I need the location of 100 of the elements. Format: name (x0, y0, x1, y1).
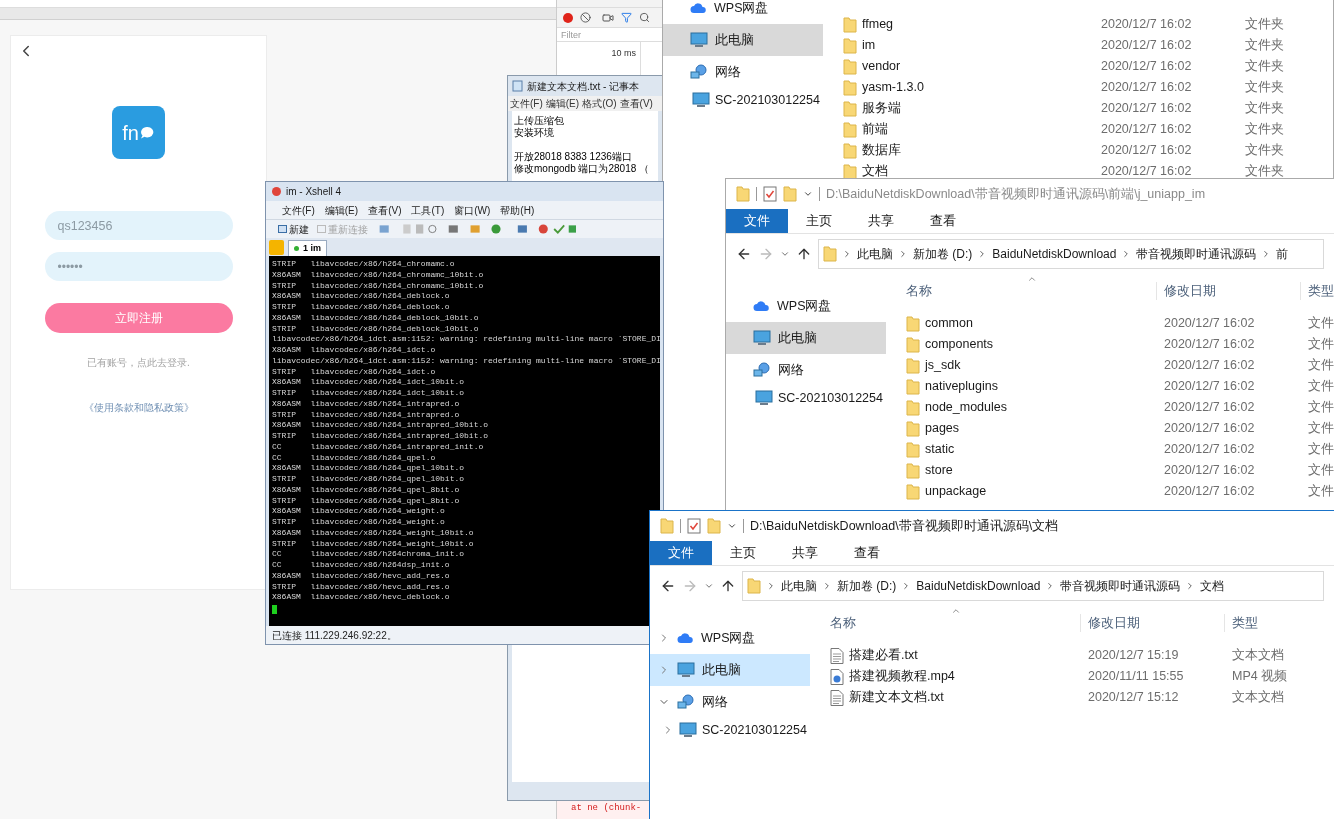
properties-icon[interactable] (687, 518, 701, 534)
file-date: 2020/12/7 16:02 (1164, 462, 1256, 480)
sidebar-item[interactable]: 此电脑 (726, 322, 886, 354)
ribbon-tab[interactable]: 主页 (712, 541, 774, 565)
toolbar-button[interactable]: 新建 (278, 221, 309, 237)
menu-item[interactable]: 格式(O) (582, 96, 617, 111)
sidebar-item[interactable]: WPS网盘 (726, 290, 886, 322)
file-name[interactable]: 文档 (862, 162, 888, 181)
recent-locations-icon[interactable] (704, 581, 714, 591)
breadcrumb-item[interactable]: 带音视频即时通讯源码 (1060, 577, 1181, 595)
column-header[interactable]: 修改日期 (1156, 281, 1300, 301)
breadcrumb-item[interactable]: 前 (1276, 245, 1289, 263)
breadcrumb-item[interactable]: 文档 (1200, 577, 1225, 595)
file-type: 文本文档 (1232, 689, 1284, 707)
terminal[interactable] (269, 256, 660, 626)
file-date: 2020/12/7 16:02 (1101, 16, 1193, 34)
address-bar[interactable]: 此电脑 新加卷 (D:) BaiduNetdiskDownload 带音视频即时通讯源码 文档 (742, 571, 1324, 601)
menu-item[interactable]: 帮助(H) (500, 202, 535, 218)
file-name[interactable]: common (925, 314, 973, 333)
column-header[interactable]: 类型 (1300, 281, 1334, 301)
ribbon-tab[interactable]: 查看 (912, 209, 974, 233)
file-date: 2020/12/7 16:02 (1164, 399, 1256, 417)
computer-icon (690, 32, 708, 48)
folder-icon (843, 79, 857, 96)
sidebar-item[interactable]: SC-202103012254 (650, 718, 810, 742)
menu-item[interactable]: 文件(F) (510, 96, 543, 111)
menu-item[interactable]: 窗口(W) (454, 202, 491, 218)
file-name[interactable]: nativeplugins (925, 377, 998, 396)
ribbon-tab[interactable]: 共享 (850, 209, 912, 233)
sidebar-item[interactable]: 此电脑 (663, 24, 823, 56)
file-name[interactable]: im (862, 36, 876, 55)
menu-item[interactable]: 查看(V) (619, 96, 653, 111)
record-button[interactable] (563, 12, 573, 23)
file-name[interactable]: vendor (862, 57, 901, 76)
file-name[interactable]: pages (925, 419, 960, 438)
clear-icon[interactable] (580, 12, 591, 23)
menu-item[interactable]: 工具(T) (411, 202, 445, 218)
breadcrumb-item[interactable]: 此电脑 (857, 245, 893, 263)
menu-item[interactable]: 文件(F) (282, 202, 315, 218)
file-name[interactable]: 搭建必看.txt (849, 646, 918, 665)
file-name[interactable]: 数据库 (862, 141, 901, 160)
menu-item[interactable]: 编辑(E) (324, 202, 359, 218)
sidebar-item[interactable]: SC-202103012254 (726, 386, 886, 410)
folder-icon (747, 578, 761, 594)
folder-icon (843, 100, 857, 117)
sidebar-item[interactable]: 网络 (726, 354, 886, 386)
address-bar[interactable]: 此电脑 新加卷 (D:) BaiduNetdiskDownload 带音视频即时通讯源码 前 (818, 239, 1324, 269)
file-name[interactable]: 服务端 (862, 99, 901, 118)
folder-icon (843, 121, 857, 138)
dropdown-caret-icon[interactable] (727, 521, 737, 531)
properties-icon[interactable] (763, 186, 777, 202)
sidebar-item[interactable]: 网络 (663, 56, 823, 88)
folder-icon (906, 483, 920, 500)
video-file-icon (830, 668, 844, 685)
up-arrow-icon[interactable] (796, 246, 812, 262)
session-tab[interactable]: 1 im (288, 240, 327, 256)
menu-item[interactable]: 查看(V) (368, 202, 402, 218)
column-header[interactable]: 名称 (906, 281, 1156, 301)
column-header[interactable]: 名称 (830, 613, 1080, 633)
sidebar-item[interactable]: WPS网盘 (650, 622, 810, 654)
folder-icon (906, 399, 920, 416)
file-name[interactable]: node_modules (925, 398, 1007, 417)
folder-icon (906, 420, 920, 437)
recent-locations-icon[interactable] (780, 249, 790, 259)
file-name[interactable]: 新建文本文档.txt (849, 688, 944, 707)
file-name[interactable]: ffmeg (862, 15, 894, 34)
file-date: 2020/12/7 16:02 (1101, 79, 1193, 97)
column-header[interactable]: 修改日期 (1080, 613, 1224, 633)
menu-item[interactable]: 编辑(E) (545, 96, 580, 111)
breadcrumb-item[interactable]: 带音视频即时通讯源码 (1136, 245, 1257, 263)
file-name[interactable]: unpackage (925, 482, 987, 501)
dropdown-caret-icon[interactable] (803, 189, 813, 199)
search-icon[interactable] (639, 12, 650, 23)
sidebar-item[interactable]: SC-202103012254 (663, 88, 823, 112)
ribbon-tab[interactable]: 文件 (650, 541, 712, 565)
sidebar-item[interactable]: WPS网盘 (663, 0, 823, 24)
app-logo: fn (112, 106, 165, 159)
ribbon-tab[interactable]: 共享 (774, 541, 836, 565)
filter-icon[interactable] (621, 12, 632, 23)
file-name[interactable]: store (925, 461, 953, 480)
ribbon-tab[interactable]: 文件 (726, 209, 788, 233)
file-name[interactable]: yasm-1.3.0 (862, 78, 924, 97)
breadcrumb-item[interactable]: 此电脑 (781, 577, 817, 595)
breadcrumb-item[interactable]: 新加卷 (D:) (837, 577, 897, 595)
ribbon-tab[interactable]: 主页 (788, 209, 850, 233)
breadcrumb-item[interactable]: BaiduNetdiskDownload (916, 577, 1041, 595)
sidebar-item[interactable]: 此电脑 (650, 654, 810, 686)
screenshot-camera-icon[interactable] (602, 11, 614, 24)
computer-icon (679, 722, 697, 738)
terms-link[interactable]: 《使用条款和隐私政策》 (83, 400, 194, 415)
file-name[interactable]: js_sdk (925, 356, 961, 375)
file-name[interactable]: 前端 (862, 120, 888, 139)
file-name[interactable]: static (925, 440, 955, 459)
column-header[interactable]: 类型 (1224, 613, 1258, 633)
ribbon-tab[interactable]: 查看 (836, 541, 898, 565)
breadcrumb-item[interactable]: BaiduNetdiskDownload (992, 245, 1117, 263)
breadcrumb-item[interactable]: 新加卷 (D:) (913, 245, 973, 263)
file-name[interactable]: components (925, 335, 994, 354)
file-name[interactable]: 搭建视频教程.mp4 (849, 667, 955, 686)
sidebar-item[interactable]: 网络 (650, 686, 810, 718)
